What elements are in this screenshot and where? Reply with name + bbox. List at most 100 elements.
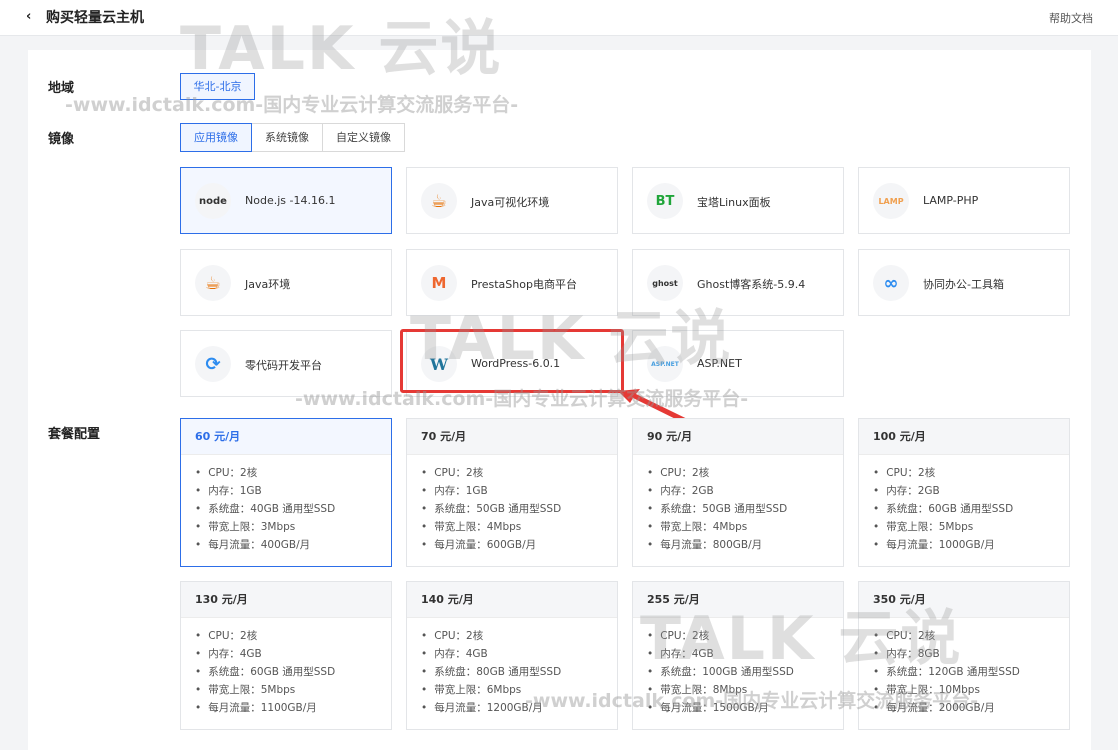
top-bar: ‹ 购买轻量云主机 帮助文档 [0,0,1118,36]
plan-spec: 系统盘：100GB 通用型SSD [647,663,843,681]
image-card-wordpress[interactable]: W WordPress-6.0.1 [406,330,618,397]
region-option-beijing[interactable]: 华北-北京 [180,73,255,100]
image-card-label: Node.js -14.16.1 [245,194,336,207]
image-card-prestashop[interactable]: M PrestaShop电商平台 [406,249,618,316]
plan-price: 90 元/月 [633,419,843,455]
image-card-label: 宝塔Linux面板 [697,196,771,209]
aspnet-icon: ASP.NET [647,346,683,382]
plan-spec: 系统盘：120GB 通用型SSD [873,663,1069,681]
image-card-label: Ghost博客系统-5.9.4 [697,278,806,291]
image-card-label: ASP.NET [697,357,742,370]
page-title: 购买轻量云主机 [46,10,144,26]
plan-spec: CPU：2核 [873,627,1069,645]
plan-card-140[interactable]: 140 元/月 CPU：2核 内存：4GB 系统盘：80GB 通用型SSD 带宽… [406,581,618,730]
plan-spec: 带宽上限：10Mbps [873,681,1069,699]
plan-spec: 内存：1GB [421,482,617,500]
plan-spec: 内存：2GB [873,482,1069,500]
image-card-baota[interactable]: BT 宝塔Linux面板 [632,167,844,234]
plan-card-90[interactable]: 90 元/月 CPU：2核 内存：2GB 系统盘：50GB 通用型SSD 带宽上… [632,418,844,567]
plan-spec: 每月流量：600GB/月 [421,536,617,554]
tab-custom-image[interactable]: 自定义镜像 [322,123,405,152]
plan-card-255[interactable]: 255 元/月 CPU：2核 内存：4GB 系统盘：100GB 通用型SSD 带… [632,581,844,730]
plan-spec: 带宽上限：5Mbps [873,518,1069,536]
plan-spec: 内存：8GB [873,645,1069,663]
plan-price: 350 元/月 [859,582,1069,618]
plan-spec: 带宽上限：4Mbps [421,518,617,536]
baota-icon: BT [647,183,683,219]
back-icon[interactable]: ‹ [26,9,31,24]
plan-spec: CPU：2核 [421,627,617,645]
image-card-lamp[interactable]: LAMP LAMP-PHP [858,167,1070,234]
image-card-java[interactable]: ☕ Java环境 [180,249,392,316]
ghost-icon: ghost [647,265,683,301]
image-card-label: PrestaShop电商平台 [471,278,577,291]
plan-spec: 每月流量：2000GB/月 [873,699,1069,717]
plan-spec: CPU：2核 [873,464,1069,482]
plan-spec: 带宽上限：5Mbps [195,681,391,699]
image-card-ghost[interactable]: ghost Ghost博客系统-5.9.4 [632,249,844,316]
plan-spec: 系统盘：40GB 通用型SSD [195,500,391,518]
plan-price: 60 元/月 [181,419,391,455]
plan-price: 100 元/月 [859,419,1069,455]
plan-spec: CPU：2核 [647,627,843,645]
image-label: 镜像 [48,132,75,147]
plan-card-350[interactable]: 350 元/月 CPU：2核 内存：8GB 系统盘：120GB 通用型SSD 带… [858,581,1070,730]
plan-spec: 内存：2GB [647,482,843,500]
image-card-label: LAMP-PHP [923,194,979,207]
purchase-panel: 地域 华北-北京 镜像 应用镜像 系统镜像 自定义镜像 node Node.js… [28,50,1091,750]
plan-spec: 每月流量：800GB/月 [647,536,843,554]
plan-spec: 系统盘：50GB 通用型SSD [647,500,843,518]
plan-spec: 带宽上限：3Mbps [195,518,391,536]
plan-spec: 带宽上限：6Mbps [421,681,617,699]
image-card-lowcode[interactable]: ⟳ 零代码开发平台 [180,330,392,397]
wordpress-icon: W [421,346,457,382]
plan-spec: 内存：4GB [421,645,617,663]
plan-spec: CPU：2核 [421,464,617,482]
plan-spec: 内存：1GB [195,482,391,500]
plan-card-100[interactable]: 100 元/月 CPU：2核 内存：2GB 系统盘：60GB 通用型SSD 带宽… [858,418,1070,567]
plan-spec: 每月流量：1100GB/月 [195,699,391,717]
image-card-label: Java可视化环境 [471,196,550,209]
plan-spec: 每月流量：400GB/月 [195,536,391,554]
plan-card-70[interactable]: 70 元/月 CPU：2核 内存：1GB 系统盘：50GB 通用型SSD 带宽上… [406,418,618,567]
plan-spec: 带宽上限：8Mbps [647,681,843,699]
plan-spec: 系统盘：60GB 通用型SSD [873,500,1069,518]
plan-spec: 内存：4GB [195,645,391,663]
image-tabs: 应用镜像 系统镜像 自定义镜像 [180,123,405,152]
plan-spec: CPU：2核 [195,627,391,645]
office-toolbox-icon: ∞ [873,265,909,301]
image-card-label: WordPress-6.0.1 [471,357,561,370]
plan-spec: 内存：4GB [647,645,843,663]
plan-spec: 系统盘：80GB 通用型SSD [421,663,617,681]
plan-spec: 每月流量：1000GB/月 [873,536,1069,554]
plan-spec: 系统盘：50GB 通用型SSD [421,500,617,518]
region-label: 地域 [48,81,75,96]
plan-price: 255 元/月 [633,582,843,618]
plan-spec: CPU：2核 [195,464,391,482]
lamp-icon: LAMP [873,183,909,219]
image-card-label: 零代码开发平台 [245,359,322,372]
java-icon: ☕ [421,183,457,219]
plan-price: 70 元/月 [407,419,617,455]
lowcode-icon: ⟳ [195,346,231,382]
plan-spec: 系统盘：60GB 通用型SSD [195,663,391,681]
plan-spec: 带宽上限：4Mbps [647,518,843,536]
image-card-label: Java环境 [245,278,291,291]
image-card-nodejs[interactable]: node Node.js -14.16.1 [180,167,392,234]
tab-system-image[interactable]: 系统镜像 [251,123,323,152]
java-icon: ☕ [195,265,231,301]
help-docs-link[interactable]: 帮助文档 [1049,10,1093,26]
plan-price: 130 元/月 [181,582,391,618]
plan-spec: CPU：2核 [647,464,843,482]
plan-spec: 每月流量：1200GB/月 [421,699,617,717]
prestashop-icon: M [421,265,457,301]
plan-card-130[interactable]: 130 元/月 CPU：2核 内存：4GB 系统盘：60GB 通用型SSD 带宽… [180,581,392,730]
image-card-office[interactable]: ∞ 协同办公-工具箱 [858,249,1070,316]
plan-spec: 每月流量：1500GB/月 [647,699,843,717]
plan-price: 140 元/月 [407,582,617,618]
image-card-label: 协同办公-工具箱 [923,278,1004,291]
image-card-java-visual[interactable]: ☕ Java可视化环境 [406,167,618,234]
plan-label: 套餐配置 [48,427,101,442]
plan-card-60[interactable]: 60 元/月 CPU：2核 内存：1GB 系统盘：40GB 通用型SSD 带宽上… [180,418,392,567]
tab-app-image[interactable]: 应用镜像 [180,123,252,152]
